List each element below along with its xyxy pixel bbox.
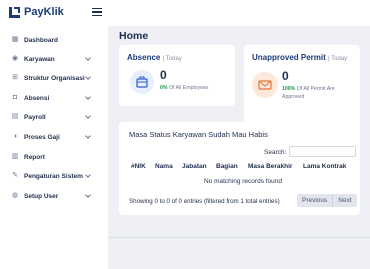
permit-card: Unapproved Permit | Today 0 100% Of All … [244, 45, 360, 131]
sidebar-item-label: Proses Gaji [24, 133, 60, 141]
briefcase-icon [130, 70, 154, 94]
sidebar-item-label: Pengaturan Sistem [24, 172, 83, 180]
sidebar-item-report[interactable]: ▥ Report [0, 149, 108, 165]
next-button[interactable]: Next [333, 194, 356, 207]
sidebar-item-label: Dashboard [24, 36, 58, 44]
sidebar-item-pengaturan-sistem[interactable]: ✎ Pengaturan Sistem [0, 168, 108, 184]
chevron-down-icon [85, 192, 91, 198]
sidebar-item-karyawan[interactable]: ◉ Karyawan [0, 51, 108, 67]
sidebar-item-label: Absensi [24, 94, 50, 102]
top-bar: PayKlik [0, 0, 370, 26]
chevron-down-icon [85, 74, 91, 80]
sidebar-item-setup-user[interactable]: ◍ Setup User [0, 188, 108, 204]
absence-card: Absence | Today 0 0% Of All Employees [119, 45, 235, 106]
sidebar-item-label: Payroll [24, 113, 46, 121]
sidebar-item-label: Struktur Organisasi [24, 74, 85, 82]
person-icon: ◘ [12, 94, 18, 101]
logo-mark-icon [9, 6, 20, 18]
table-title: Masa Status Karyawan Sudah Mau Habis [129, 130, 268, 139]
absence-count: 0 [160, 68, 167, 82]
chevron-down-icon [85, 172, 91, 178]
permit-count: 0 [282, 69, 289, 83]
chevron-down-icon [85, 55, 91, 61]
page-title: Home [119, 30, 149, 42]
wrench-icon: ✎ [12, 172, 18, 179]
sidebar-item-dashboard[interactable]: ▦ Dashboard [0, 32, 108, 48]
footer-divider [108, 237, 370, 238]
column-header-nama[interactable]: Nama [155, 163, 173, 170]
search-input[interactable] [289, 146, 356, 157]
sidebar-item-proses-gaji[interactable]: ◑ Proses Gaji [0, 129, 108, 145]
menu-toggle-icon[interactable] [92, 8, 102, 17]
envelope-icon [252, 72, 278, 98]
user-icon: ◉ [11, 55, 19, 62]
app-logo[interactable]: PayKlik [9, 6, 64, 18]
permit-card-title: Unapproved Permit | Today [252, 53, 348, 62]
process-icon: ◑ [12, 133, 18, 140]
sidebar-item-label: Report [24, 153, 45, 161]
column-header-jabatan[interactable]: Jabatan [182, 163, 207, 170]
pagination: Previous Next [297, 194, 357, 207]
sidebar-item-label: Setup User [24, 192, 59, 200]
column-header-nik[interactable]: #NIK [131, 163, 146, 170]
sidebar-item-label: Karyawan [24, 55, 55, 63]
chevron-down-icon [85, 94, 91, 100]
column-header-lama-kontrak[interactable]: Lama Kontrak [303, 163, 346, 170]
payroll-icon: ▤ [11, 113, 19, 120]
chevron-down-icon [85, 133, 91, 139]
org-chart-icon: ⊞ [12, 74, 18, 81]
app-name: PayKlik [24, 6, 64, 18]
absence-stat: 0% Of All Employees [160, 85, 209, 91]
empty-table-message: No matching records found [203, 178, 283, 185]
absence-card-title: Absence | Today [127, 53, 182, 62]
chevron-down-icon [85, 113, 91, 119]
permit-stat: 100% Of All Permit Are Approved [282, 86, 335, 100]
column-header-bagian[interactable]: Bagian [216, 163, 238, 170]
table-info: Showing 0 to 0 of 0 entries (filtered fr… [129, 198, 280, 205]
report-icon: ▥ [11, 153, 19, 160]
user-setup-icon: ◍ [11, 192, 19, 199]
sidebar-item-absensi[interactable]: ◘ Absensi [0, 90, 108, 106]
sidebar-item-payroll[interactable]: ▤ Payroll [0, 109, 108, 125]
main-content: Home Absence | Today 0 0% Of All Employe… [108, 26, 370, 269]
search-label: Search: [264, 149, 287, 156]
column-header-masa-berakhir[interactable]: Masa Berakhir [248, 163, 292, 170]
sidebar-item-struktur-organisasi[interactable]: ⊞ Struktur Organisasi [0, 70, 108, 86]
previous-button[interactable]: Previous [297, 194, 332, 207]
dashboard-icon: ▦ [11, 36, 19, 43]
contract-expiry-card: Masa Status Karyawan Sudah Mau Habis Sea… [119, 122, 360, 215]
sidebar: ▦ Dashboard ◉ Karyawan ⊞ Struktur Organi… [0, 26, 108, 269]
